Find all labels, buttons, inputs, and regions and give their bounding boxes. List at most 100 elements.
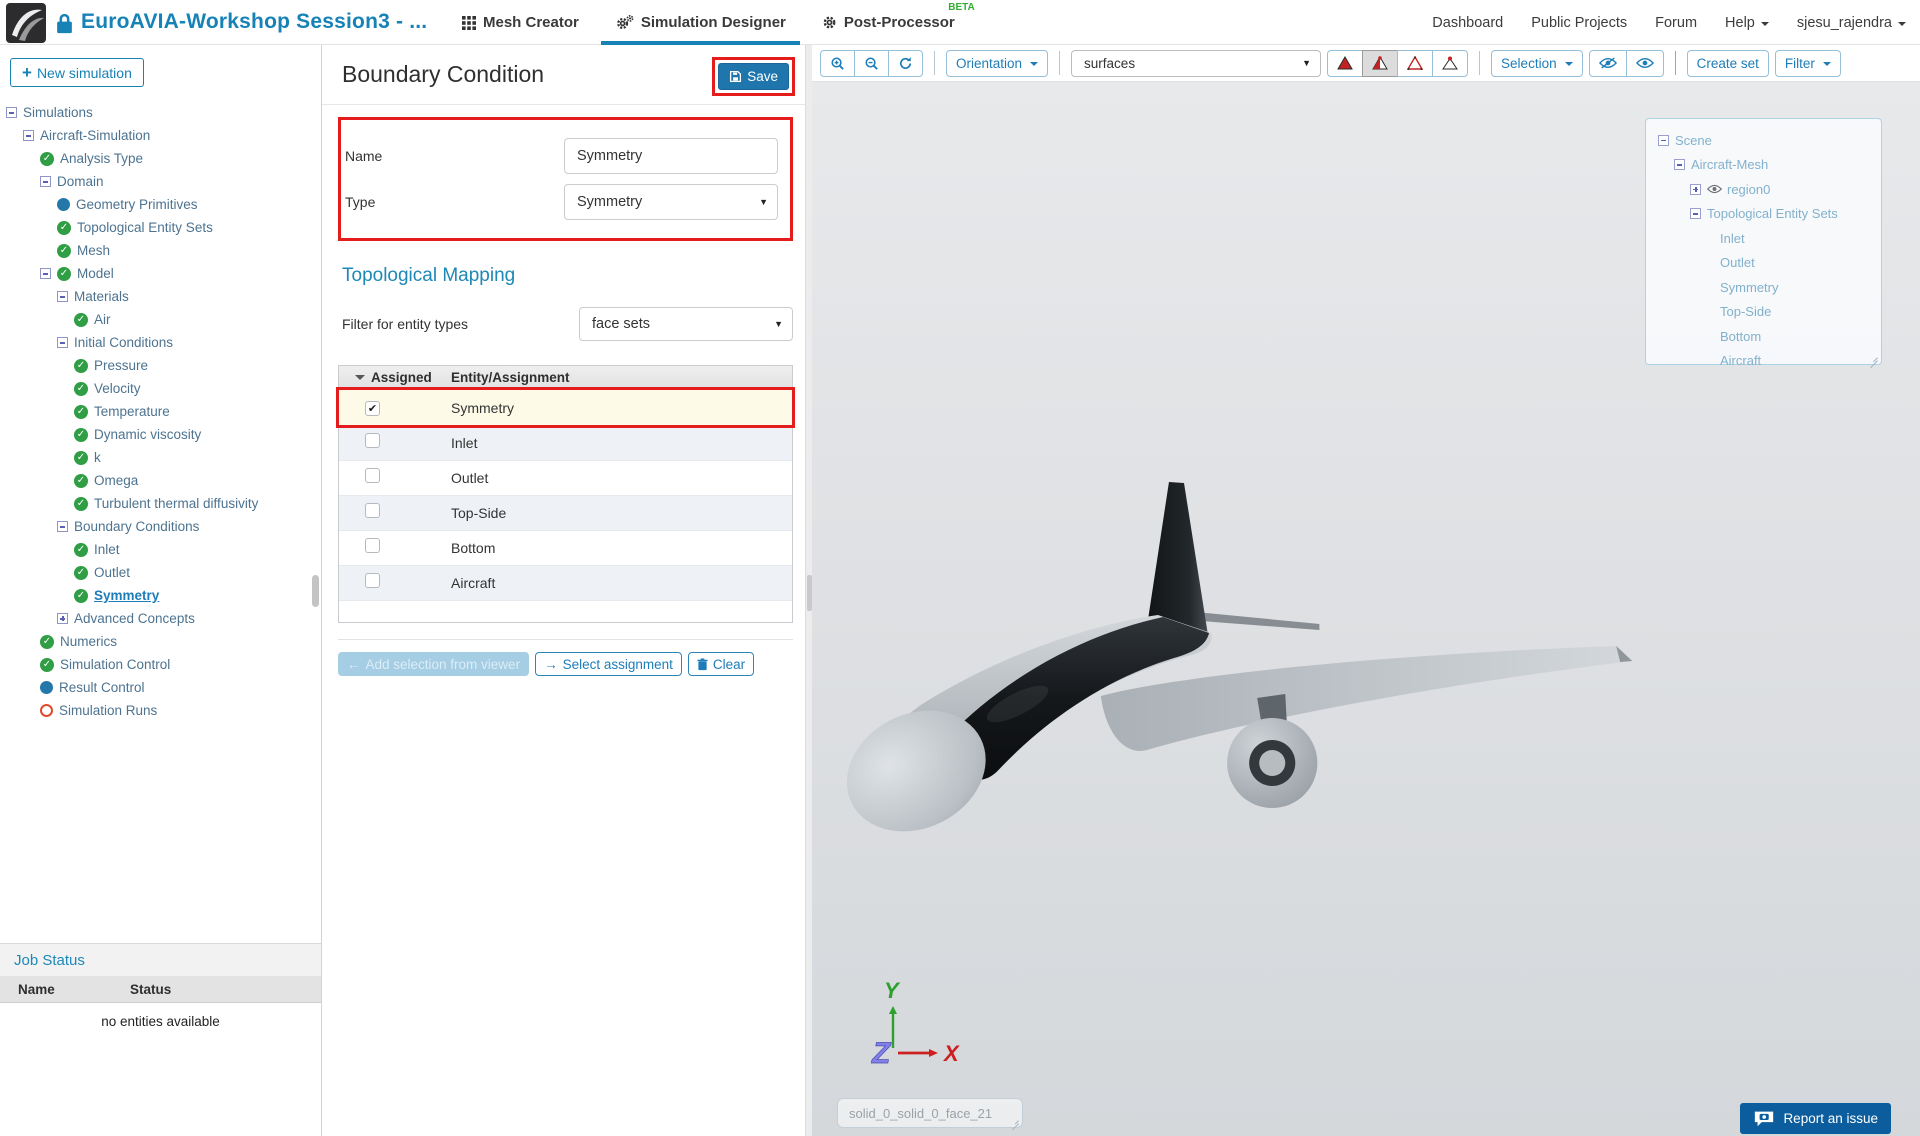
- clear-button[interactable]: Clear: [687, 652, 755, 676]
- hide-selection-button[interactable]: [1588, 49, 1627, 77]
- nav-public-projects[interactable]: Public Projects: [1531, 15, 1627, 31]
- entity-row-bottom[interactable]: Bottom: [339, 530, 792, 565]
- sim-tree-item-pressure[interactable]: Pressure: [0, 354, 321, 377]
- add-selection-from-viewer-button[interactable]: ← Add selection from viewer: [338, 652, 530, 676]
- sim-tree-item-mesh[interactable]: Mesh: [0, 239, 321, 262]
- save-button[interactable]: Save: [718, 63, 789, 90]
- collapse-icon[interactable]: [1690, 208, 1701, 220]
- entity-column-header[interactable]: Entity/Assignment: [451, 370, 570, 385]
- wireframe-button[interactable]: [1397, 49, 1434, 77]
- sim-tree-item-domain[interactable]: Domain: [0, 170, 321, 193]
- collapse-icon[interactable]: [40, 268, 51, 279]
- collapse-icon[interactable]: [57, 291, 68, 302]
- resize-handle[interactable]: [1868, 351, 1878, 361]
- scene-tree-item-scene[interactable]: Scene: [1652, 128, 1875, 153]
- scene-tree-item-inlet[interactable]: Inlet: [1652, 226, 1875, 251]
- app-logo[interactable]: [6, 3, 46, 43]
- name-input[interactable]: [564, 138, 778, 174]
- sidebar-scrollbar-thumb[interactable]: [312, 575, 319, 607]
- type-select[interactable]: Symmetry: [564, 184, 778, 220]
- collapse-icon[interactable]: [1658, 134, 1669, 146]
- assigned-checkbox[interactable]: [365, 468, 380, 483]
- assigned-checkbox[interactable]: [365, 433, 380, 448]
- scene-tree-item-topological-entity-sets[interactable]: Topological Entity Sets: [1652, 202, 1875, 227]
- assigned-checkbox[interactable]: ✔: [365, 400, 380, 416]
- tab-simulation-designer[interactable]: Simulation Designer: [600, 0, 800, 45]
- sim-tree-item-boundary-conditions[interactable]: Boundary Conditions: [0, 515, 321, 538]
- reset-view-button[interactable]: [888, 49, 923, 77]
- surface-mesh-button[interactable]: [1362, 49, 1399, 77]
- collapse-icon[interactable]: [57, 521, 68, 532]
- sim-tree-item-symmetry[interactable]: Symmetry: [0, 584, 321, 607]
- assigned-checkbox[interactable]: [365, 538, 380, 553]
- entity-row-inlet[interactable]: Inlet: [339, 425, 792, 460]
- points-button[interactable]: [1432, 49, 1469, 77]
- tab-mesh-creator[interactable]: Mesh Creator: [448, 0, 593, 45]
- sim-tree-item-initial-conditions[interactable]: Initial Conditions: [0, 331, 321, 354]
- show-selection-button[interactable]: [1625, 49, 1664, 77]
- collapse-icon[interactable]: [57, 337, 68, 348]
- entity-row-aircraft[interactable]: Aircraft: [339, 565, 792, 600]
- sim-tree-item-dynamic-viscosity[interactable]: Dynamic viscosity: [0, 423, 321, 446]
- scene-tree-item-top-side[interactable]: Top-Side: [1652, 300, 1875, 325]
- expand-icon[interactable]: [57, 613, 68, 624]
- assigned-checkbox[interactable]: [365, 573, 380, 588]
- nav-forum[interactable]: Forum: [1655, 15, 1697, 31]
- report-issue-button[interactable]: Report an issue: [1740, 1103, 1891, 1134]
- scene-tree-item-aircraft[interactable]: Aircraft: [1652, 349, 1875, 374]
- entity-row-symmetry[interactable]: ✔ Symmetry: [336, 387, 795, 428]
- sim-tree-item-geometry-primitives[interactable]: Geometry Primitives: [0, 193, 321, 216]
- sim-tree-item-omega[interactable]: Omega: [0, 469, 321, 492]
- collapse-icon[interactable]: [6, 107, 17, 118]
- expand-icon[interactable]: [1690, 183, 1701, 195]
- panel-splitter[interactable]: [805, 45, 812, 1136]
- sim-tree-item-simulation-control[interactable]: Simulation Control: [0, 653, 321, 676]
- viewer-canvas[interactable]: Scene Aircraft-Mesh region0 Topological Ent…: [812, 82, 1920, 1136]
- entity-row-outlet[interactable]: Outlet: [339, 460, 792, 495]
- sort-descending-icon[interactable]: [355, 374, 365, 385]
- selection-button[interactable]: Selection: [1491, 49, 1583, 77]
- sim-tree-item-temperature[interactable]: Temperature: [0, 400, 321, 423]
- sim-tree-item-materials[interactable]: Materials: [0, 285, 321, 308]
- sim-tree-item-simulations[interactable]: Simulations: [0, 101, 321, 124]
- create-set-button[interactable]: Create set: [1686, 49, 1769, 77]
- sim-tree-item-outlet[interactable]: Outlet: [0, 561, 321, 584]
- assigned-checkbox[interactable]: [365, 503, 380, 518]
- collapse-icon[interactable]: [23, 130, 34, 141]
- scene-tree-item-region0[interactable]: region0: [1652, 177, 1875, 202]
- scene-tree-item-bottom[interactable]: Bottom: [1652, 324, 1875, 349]
- sim-tree-item-aircraft-simulation[interactable]: Aircraft-Simulation: [0, 124, 321, 147]
- tab-post-processor[interactable]: Post-Processor BETA: [808, 0, 975, 45]
- sim-tree-item-advanced-concepts[interactable]: Advanced Concepts: [0, 607, 321, 630]
- sim-tree-item-turbulent-thermal-diffusivity[interactable]: Turbulent thermal diffusivity: [0, 492, 321, 515]
- entity-row-top-side[interactable]: Top-Side: [339, 495, 792, 530]
- sim-tree-item-result-control[interactable]: Result Control: [0, 676, 321, 699]
- assigned-column-header[interactable]: Assigned: [371, 370, 432, 385]
- scene-tree-item-aircraft-mesh[interactable]: Aircraft-Mesh: [1652, 153, 1875, 178]
- entity-type-filter-select[interactable]: face sets: [579, 307, 793, 341]
- collapse-icon[interactable]: [1674, 159, 1685, 171]
- user-menu[interactable]: sjesu_rajendra: [1797, 15, 1906, 31]
- orientation-button[interactable]: Orientation: [946, 49, 1049, 77]
- sim-tree-item-air[interactable]: Air: [0, 308, 321, 331]
- sim-tree-item-inlet[interactable]: Inlet: [0, 538, 321, 561]
- scene-tree-item-symmetry[interactable]: Symmetry: [1652, 275, 1875, 300]
- sim-tree-item-analysis-type[interactable]: Analysis Type: [0, 147, 321, 170]
- nav-dashboard[interactable]: Dashboard: [1432, 15, 1503, 31]
- sim-tree-item-velocity[interactable]: Velocity: [0, 377, 321, 400]
- nav-help-menu[interactable]: Help: [1725, 15, 1769, 31]
- sim-tree-item-k[interactable]: k: [0, 446, 321, 469]
- zoom-in-button[interactable]: [820, 49, 855, 77]
- sim-tree-item-numerics[interactable]: Numerics: [0, 630, 321, 653]
- render-mode-select[interactable]: surfaces: [1071, 49, 1322, 77]
- zoom-out-button[interactable]: [854, 49, 889, 77]
- sim-tree-item-topological-entity-sets[interactable]: Topological Entity Sets: [0, 216, 321, 239]
- new-simulation-button[interactable]: + New simulation: [10, 58, 144, 87]
- surface-shaded-button[interactable]: [1327, 49, 1364, 77]
- filter-button[interactable]: Filter: [1774, 49, 1841, 77]
- scene-tree-item-outlet[interactable]: Outlet: [1652, 251, 1875, 276]
- collapse-icon[interactable]: [40, 176, 51, 187]
- sim-tree-item-model[interactable]: Model: [0, 262, 321, 285]
- sim-tree-item-simulation-runs[interactable]: Simulation Runs: [0, 699, 321, 722]
- select-assignment-button[interactable]: → Select assignment: [535, 652, 682, 676]
